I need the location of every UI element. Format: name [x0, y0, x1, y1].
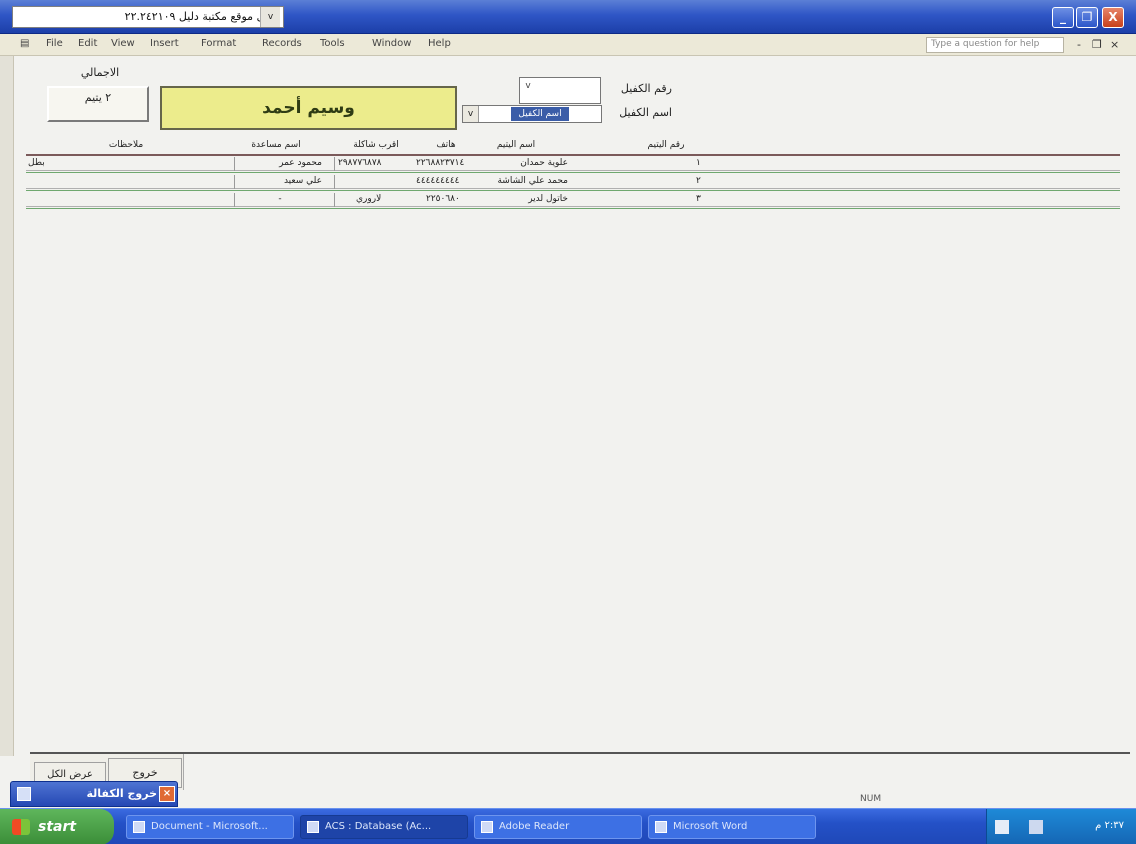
close-button[interactable]: X: [1102, 7, 1124, 28]
taskbar-item-label: Adobe Reader: [499, 821, 570, 832]
column-divider: [234, 175, 235, 189]
taskbar: start Document - Microsoft... ACS : Data…: [0, 808, 1136, 844]
column-divider: [334, 175, 335, 189]
column-header-helper: اسم مساعدة: [251, 140, 301, 150]
help-search-input[interactable]: Type a question for help: [926, 37, 1064, 53]
restore-button[interactable]: ❐: [1076, 7, 1098, 28]
bottom-divider: [30, 752, 1130, 754]
cell-phone: ٢٢٦٨٨٢٣٧١٤: [416, 158, 465, 168]
menu-file[interactable]: File: [46, 38, 63, 49]
system-tray: ٢:٣٧ م: [986, 809, 1136, 844]
sponsor-number-combo[interactable]: v: [519, 77, 601, 104]
column-header-notes: ملاحظات: [108, 140, 144, 150]
cell-orphan-name: علوية حمدان: [520, 158, 568, 168]
form-icon: [17, 787, 31, 801]
minimized-form-window[interactable]: خروج الكفالة ×: [10, 781, 178, 807]
taskbar-item-label: Document - Microsoft...: [151, 821, 268, 832]
taskbar-item[interactable]: Adobe Reader: [474, 815, 642, 839]
combo-dropdown-arrow-icon[interactable]: v: [463, 106, 479, 122]
status-indicator: NUM: [860, 794, 882, 804]
column-divider: [334, 157, 335, 171]
cell-orphan-number: ٢: [696, 176, 701, 186]
cell-helper: علي سعيد: [283, 176, 322, 186]
sponsor-name-combo-value: اسم الكفيل: [511, 107, 569, 121]
taskbar-item-label: Microsoft Word: [673, 821, 748, 832]
table-row[interactable]: - لاروري ٢٢٥٠٦٨٠ خاتول لدير ٣: [26, 193, 1120, 209]
menu-view[interactable]: View: [111, 38, 135, 49]
totals-label: الاجمالي: [80, 66, 120, 79]
menu-help[interactable]: Help: [428, 38, 451, 49]
column-header-relative: اقرب شاكلة: [353, 140, 399, 150]
pdf-icon: [481, 821, 493, 833]
taskbar-item[interactable]: Microsoft Word: [648, 815, 816, 839]
menu-window[interactable]: Window: [372, 38, 411, 49]
sponsor-name-display: وسيم أحمد: [160, 86, 457, 130]
taskbar-item-label: ACS : Database (Ac...: [325, 821, 432, 832]
mdi-close-button[interactable]: ×: [1110, 38, 1119, 51]
clock: ٢:٣٧ م: [1095, 820, 1124, 831]
orphans-table: ملاحظات اسم مساعدة اقرب شاكلة هاتف اسم ا…: [26, 140, 1120, 209]
menu-bar: ▤ File Edit View Insert Format Records T…: [0, 34, 1136, 56]
column-header-orphan-name: اسم اليتيم: [496, 140, 536, 150]
sponsor-name-label: اسم الكفيل: [619, 106, 672, 119]
cell-helper: -: [278, 194, 282, 204]
minimize-button[interactable]: _: [1052, 7, 1074, 28]
windows-logo-icon: [12, 819, 30, 835]
window-title-bar: حول موقع مكتبة دليل ٢٢.٢٤٢١٠٩ v _ ❐ X: [0, 0, 1136, 34]
menu-format[interactable]: Format: [201, 38, 236, 49]
start-button[interactable]: start: [0, 809, 114, 844]
cell-orphan-name: خاتول لدير: [528, 194, 568, 204]
cell-orphan-number: ٣: [696, 194, 701, 204]
sponsor-name-combo[interactable]: v اسم الكفيل: [462, 105, 602, 123]
menu-tools[interactable]: Tools: [320, 38, 345, 49]
document-icon: [133, 821, 145, 833]
totals-value-box: ٢ يتيم: [47, 86, 149, 122]
table-row[interactable]: بطل محمود عمر ٢٩٨٧٧٦٨٧٨ ٢٢٦٨٨٢٣٧١٤ علوية…: [26, 157, 1120, 173]
column-divider: [234, 157, 235, 171]
menu-edit[interactable]: Edit: [78, 38, 97, 49]
combo-dropdown-arrow-icon[interactable]: v: [521, 79, 535, 93]
cell-phone: ٤٤٤٤٤٤٤٤٤: [416, 176, 460, 186]
column-header-orphan-number: رقم اليتيم: [647, 140, 685, 150]
close-icon[interactable]: ×: [159, 786, 175, 802]
taskbar-item[interactable]: Document - Microsoft...: [126, 815, 294, 839]
column-divider: [234, 193, 235, 207]
database-icon: [307, 821, 319, 833]
cell-phone: ٢٢٥٠٦٨٠: [426, 194, 460, 204]
header-divider: [26, 154, 1120, 156]
minimized-window-title: خروج الكفالة: [86, 787, 157, 800]
mdi-restore-button[interactable]: ❐: [1092, 38, 1102, 51]
cell-helper: محمود عمر: [279, 158, 322, 168]
column-divider: [334, 193, 335, 207]
table-header: ملاحظات اسم مساعدة اقرب شاكلة هاتف اسم ا…: [26, 140, 1120, 154]
title-address-input[interactable]: حول موقع مكتبة دليل ٢٢.٢٤٢١٠٩: [12, 6, 284, 28]
taskbar-item[interactable]: ACS : Database (Ac...: [300, 815, 468, 839]
cell-orphan-name: محمد علي الشاشة: [497, 176, 568, 186]
menu-records[interactable]: Records: [262, 38, 302, 49]
language-icon[interactable]: [995, 820, 1009, 834]
menu-insert[interactable]: Insert: [150, 38, 179, 49]
sponsor-number-label: رقم الكفيل: [620, 82, 672, 95]
cell-notes: بطل: [28, 158, 45, 168]
word-icon: [655, 821, 667, 833]
record-selector-strip: [0, 56, 14, 756]
sponsor-form: الاجمالي ٢ يتيم وسيم أحمد v اسم الكفيل v…: [0, 56, 1136, 808]
title-dropdown-arrow-icon[interactable]: v: [260, 7, 280, 27]
cell-relative: لاروري: [356, 194, 382, 204]
cell-relative: ٢٩٨٧٧٦٨٧٨: [338, 158, 382, 168]
mdi-minimize-button[interactable]: -: [1077, 38, 1081, 51]
network-icon[interactable]: [1029, 820, 1043, 834]
table-row[interactable]: علي سعيد ٤٤٤٤٤٤٤٤٤ محمد علي الشاشة ٢: [26, 175, 1120, 191]
start-label: start: [38, 819, 77, 835]
cell-orphan-number: ١: [696, 158, 701, 168]
column-header-phone: هاتف: [436, 140, 456, 150]
access-app-icon[interactable]: ▤: [20, 38, 29, 49]
